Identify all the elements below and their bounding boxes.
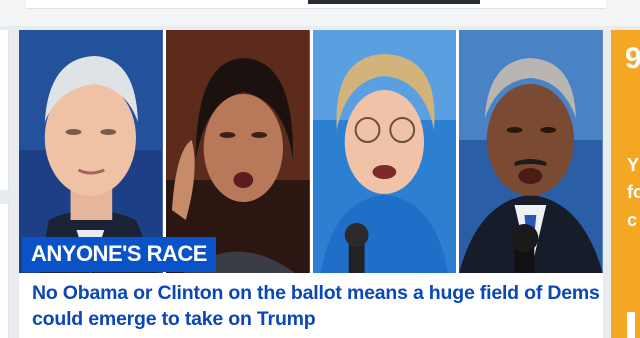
left-card-edge xyxy=(0,30,9,190)
photo-panel-3 xyxy=(312,30,457,273)
adjacent-card-text-line-3: c xyxy=(627,210,638,230)
photo-panel-4 xyxy=(459,30,603,273)
adjacent-story-card[interactable]: 9 Y fo c xyxy=(611,30,640,338)
news-story-card[interactable]: ANYONE'S RACE No Obama or Clinton on the… xyxy=(19,30,603,338)
adjacent-card-glyph: 9 xyxy=(625,42,640,75)
adjacent-card-text-line-1: Y xyxy=(627,155,640,175)
previous-image-edge xyxy=(308,0,480,4)
adjacent-card-text-line-2: fo xyxy=(627,182,640,202)
story-category-badge: ANYONE'S RACE xyxy=(22,237,216,272)
adjacent-card-bar xyxy=(627,312,635,338)
left-card-edge-lower xyxy=(0,204,9,338)
story-headline-link[interactable]: No Obama or Clinton on the ballot means … xyxy=(32,280,602,332)
